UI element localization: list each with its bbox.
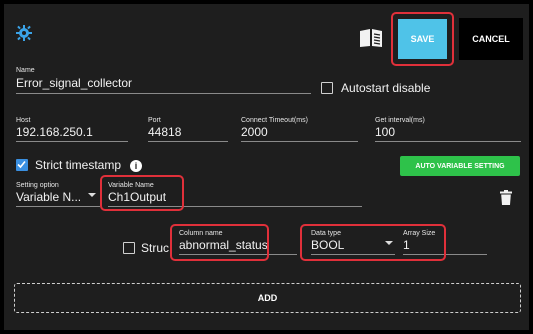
bug-gear-icon — [15, 24, 33, 42]
port-label: Port — [148, 117, 161, 124]
connect-timeout-label: Connect Timeout(ms) — [241, 117, 308, 124]
cancel-button[interactable]: CANCEL — [459, 18, 523, 60]
port-input[interactable]: 44818 — [148, 125, 181, 139]
trash-icon[interactable] — [500, 190, 512, 205]
structure-checkbox[interactable] — [123, 242, 135, 254]
get-interval-input[interactable]: 100 — [375, 125, 395, 139]
host-input[interactable]: 192.168.250.1 — [16, 125, 93, 139]
host-label: Host — [16, 117, 31, 124]
highlight-variable-name — [100, 175, 184, 211]
setting-option-select[interactable]: Variable N... — [16, 190, 81, 204]
highlight-column-name — [170, 224, 269, 261]
highlight-data-type — [300, 224, 446, 261]
strict-timestamp-label: Strict timestamp — [35, 158, 122, 172]
name-label: Name — [16, 67, 35, 74]
info-icon[interactable]: i — [130, 160, 142, 172]
get-interval-underline — [375, 141, 521, 142]
setting-option-underline — [16, 206, 100, 207]
cancel-button-label: CANCEL — [472, 34, 510, 44]
connect-timeout-input[interactable]: 2000 — [241, 125, 268, 139]
port-underline — [148, 141, 228, 142]
setting-option-label: Setting option — [16, 182, 59, 189]
settings-panel: SAVE CANCEL Name Error_signal_collector … — [4, 4, 529, 330]
chevron-down-icon — [88, 193, 96, 197]
autostart-checkbox[interactable] — [321, 82, 333, 94]
autostart-label: Autostart disable — [341, 81, 431, 95]
check-icon — [17, 160, 26, 169]
name-underline — [16, 93, 311, 94]
highlight-save — [391, 12, 454, 66]
structure-label: Struc — [141, 241, 170, 255]
open-book-icon[interactable] — [359, 28, 383, 48]
add-button[interactable]: ADD — [14, 283, 521, 313]
auto-variable-setting-label: AUTO VARIABLE SETTING — [415, 162, 505, 170]
strict-timestamp-checkbox[interactable] — [16, 159, 28, 171]
connect-timeout-underline — [241, 141, 358, 142]
get-interval-label: Get interval(ms) — [375, 117, 425, 124]
name-input[interactable]: Error_signal_collector — [16, 76, 132, 90]
add-button-label: ADD — [257, 293, 278, 303]
info-icon-glyph: i — [134, 161, 138, 171]
host-underline — [16, 141, 128, 142]
auto-variable-setting-button[interactable]: AUTO VARIABLE SETTING — [400, 156, 520, 176]
